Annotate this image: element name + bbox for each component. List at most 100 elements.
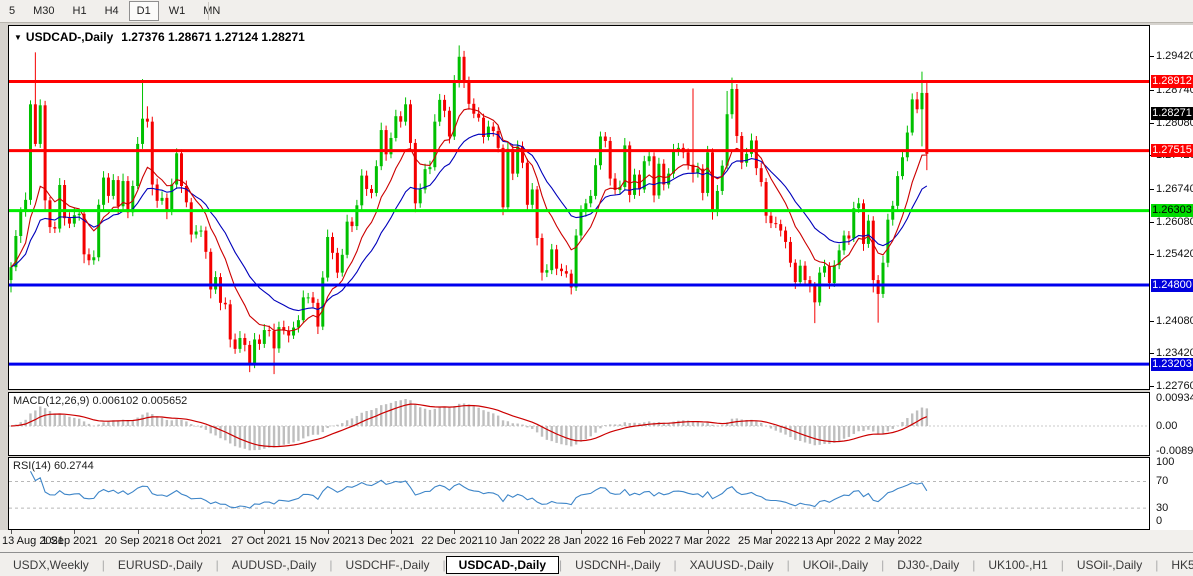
tab-uk100h1[interactable]: UK100-,H1 (975, 556, 1060, 574)
timeframe-button-h4[interactable]: H4 (97, 1, 127, 21)
candle-38 (195, 232, 198, 235)
candle-27 (141, 119, 144, 144)
candle-127 (628, 145, 631, 195)
candle-161 (794, 263, 797, 282)
candle-88 (438, 100, 441, 122)
timeframe-button-5[interactable]: 5 (1, 1, 23, 21)
tab-xauusddaily[interactable]: XAUUSD-,Daily (677, 556, 787, 574)
tab-usdcaddaily[interactable]: USDCAD-,Daily (446, 556, 559, 574)
timeframe-button-d1[interactable]: D1 (129, 1, 159, 21)
rsi-name: RSI(14) (13, 460, 51, 472)
candle-66 (331, 237, 334, 253)
candle-7 (44, 105, 47, 200)
date-axis-tick (518, 530, 519, 534)
candle-90 (448, 111, 451, 137)
timeframe-button-m30[interactable]: M30 (25, 1, 62, 21)
chart-title: ▼USDCAD-,Daily1.27376 1.28671 1.27124 1.… (14, 30, 305, 44)
candle-33 (170, 185, 173, 212)
candle-174 (857, 203, 860, 208)
candle-47 (238, 338, 241, 349)
candle-89 (443, 100, 446, 111)
chart-dropdown-icon[interactable]: ▼ (14, 33, 22, 42)
tab-dj30daily[interactable]: DJ30-,Daily (884, 556, 972, 574)
price-axis (1150, 25, 1193, 530)
candle-8 (48, 200, 51, 227)
candle-58 (292, 328, 295, 336)
candle-43 (219, 277, 222, 303)
candle-49 (248, 345, 251, 364)
candle-84 (419, 189, 422, 203)
candle-106 (526, 163, 529, 205)
candle-14 (78, 214, 81, 215)
date-axis-label: 1 Sep 2021 (41, 535, 97, 547)
tab-audusddaily[interactable]: AUDUSD-,Daily (219, 556, 330, 574)
candle-178 (877, 280, 880, 294)
tab-ukoildaily[interactable]: UKOil-,Daily (790, 556, 881, 574)
timeframe-button-h1[interactable]: H1 (65, 1, 95, 21)
candle-82 (409, 104, 412, 143)
candle-13 (73, 215, 76, 223)
candle-28 (146, 119, 149, 122)
candle-142 (701, 169, 704, 193)
candle-160 (789, 242, 792, 263)
candle-107 (531, 189, 534, 204)
candle-113 (560, 269, 563, 271)
timeframe-toolbar: 5M30H1H4D1W1MN (0, 0, 1193, 23)
candle-145 (716, 191, 719, 212)
candle-65 (326, 237, 329, 278)
candle-149 (735, 89, 738, 136)
candle-5 (34, 104, 37, 144)
tab-eurusddaily[interactable]: EURUSD-,Daily (105, 556, 216, 574)
date-axis-label: 25 Mar 2022 (738, 535, 800, 547)
candle-173 (852, 208, 855, 238)
candle-79 (394, 116, 397, 138)
candle-111 (550, 249, 553, 270)
chart-tabbar: USDX,Weekly|EURUSD-,Daily|AUDUSD-,Daily|… (0, 552, 1193, 576)
tab-hk50[interactable]: HK50-, (1158, 556, 1193, 574)
candle-24 (126, 181, 129, 212)
candle-102 (506, 149, 509, 207)
candle-182 (896, 176, 899, 206)
candle-100 (497, 131, 500, 148)
candle-151 (745, 154, 748, 163)
candle-109 (540, 238, 543, 273)
candle-154 (760, 168, 763, 182)
timeframe-button-mn[interactable]: MN (195, 1, 228, 21)
candle-68 (341, 255, 344, 273)
date-axis-tick (74, 530, 75, 534)
macd-name: MACD(12,26,9) (13, 395, 89, 407)
candlestick-chart[interactable] (9, 26, 1149, 389)
date-axis-label: 28 Jan 2022 (548, 535, 609, 547)
timeframe-button-w1[interactable]: W1 (161, 1, 194, 21)
candle-76 (380, 130, 383, 166)
candle-21 (112, 180, 115, 196)
toolbar-divider (208, 2, 209, 20)
candle-108 (536, 189, 539, 238)
candle-119 (589, 196, 592, 203)
candle-184 (906, 133, 909, 158)
macd-current-values: 0.006102 0.005652 (92, 395, 187, 407)
candle-122 (604, 136, 607, 140)
date-axis-tick (264, 530, 265, 534)
tab-usdchfdaily[interactable]: USDCHF-,Daily (333, 556, 443, 574)
candle-156 (769, 216, 772, 223)
candle-31 (161, 198, 164, 201)
date-axis-tick (708, 530, 709, 534)
tab-usoildaily[interactable]: USOil-,Daily (1064, 556, 1155, 574)
candle-169 (833, 265, 836, 283)
candle-80 (399, 116, 402, 121)
date-axis-tick (138, 530, 139, 534)
date-axis-tick (328, 530, 329, 534)
candle-136 (672, 150, 675, 173)
date-axis-label: 27 Oct 2021 (231, 535, 291, 547)
tab-usdcnhdaily[interactable]: USDCNH-,Daily (562, 556, 673, 574)
candle-176 (867, 221, 870, 244)
tab-usdxweekly[interactable]: USDX,Weekly (0, 556, 102, 574)
candle-162 (799, 266, 802, 282)
date-axis-tick (454, 530, 455, 534)
rsi-chart[interactable] (9, 458, 1149, 529)
candle-9 (53, 227, 56, 228)
date-axis-tick (771, 530, 772, 534)
candle-54 (273, 331, 276, 348)
candle-101 (502, 148, 505, 207)
